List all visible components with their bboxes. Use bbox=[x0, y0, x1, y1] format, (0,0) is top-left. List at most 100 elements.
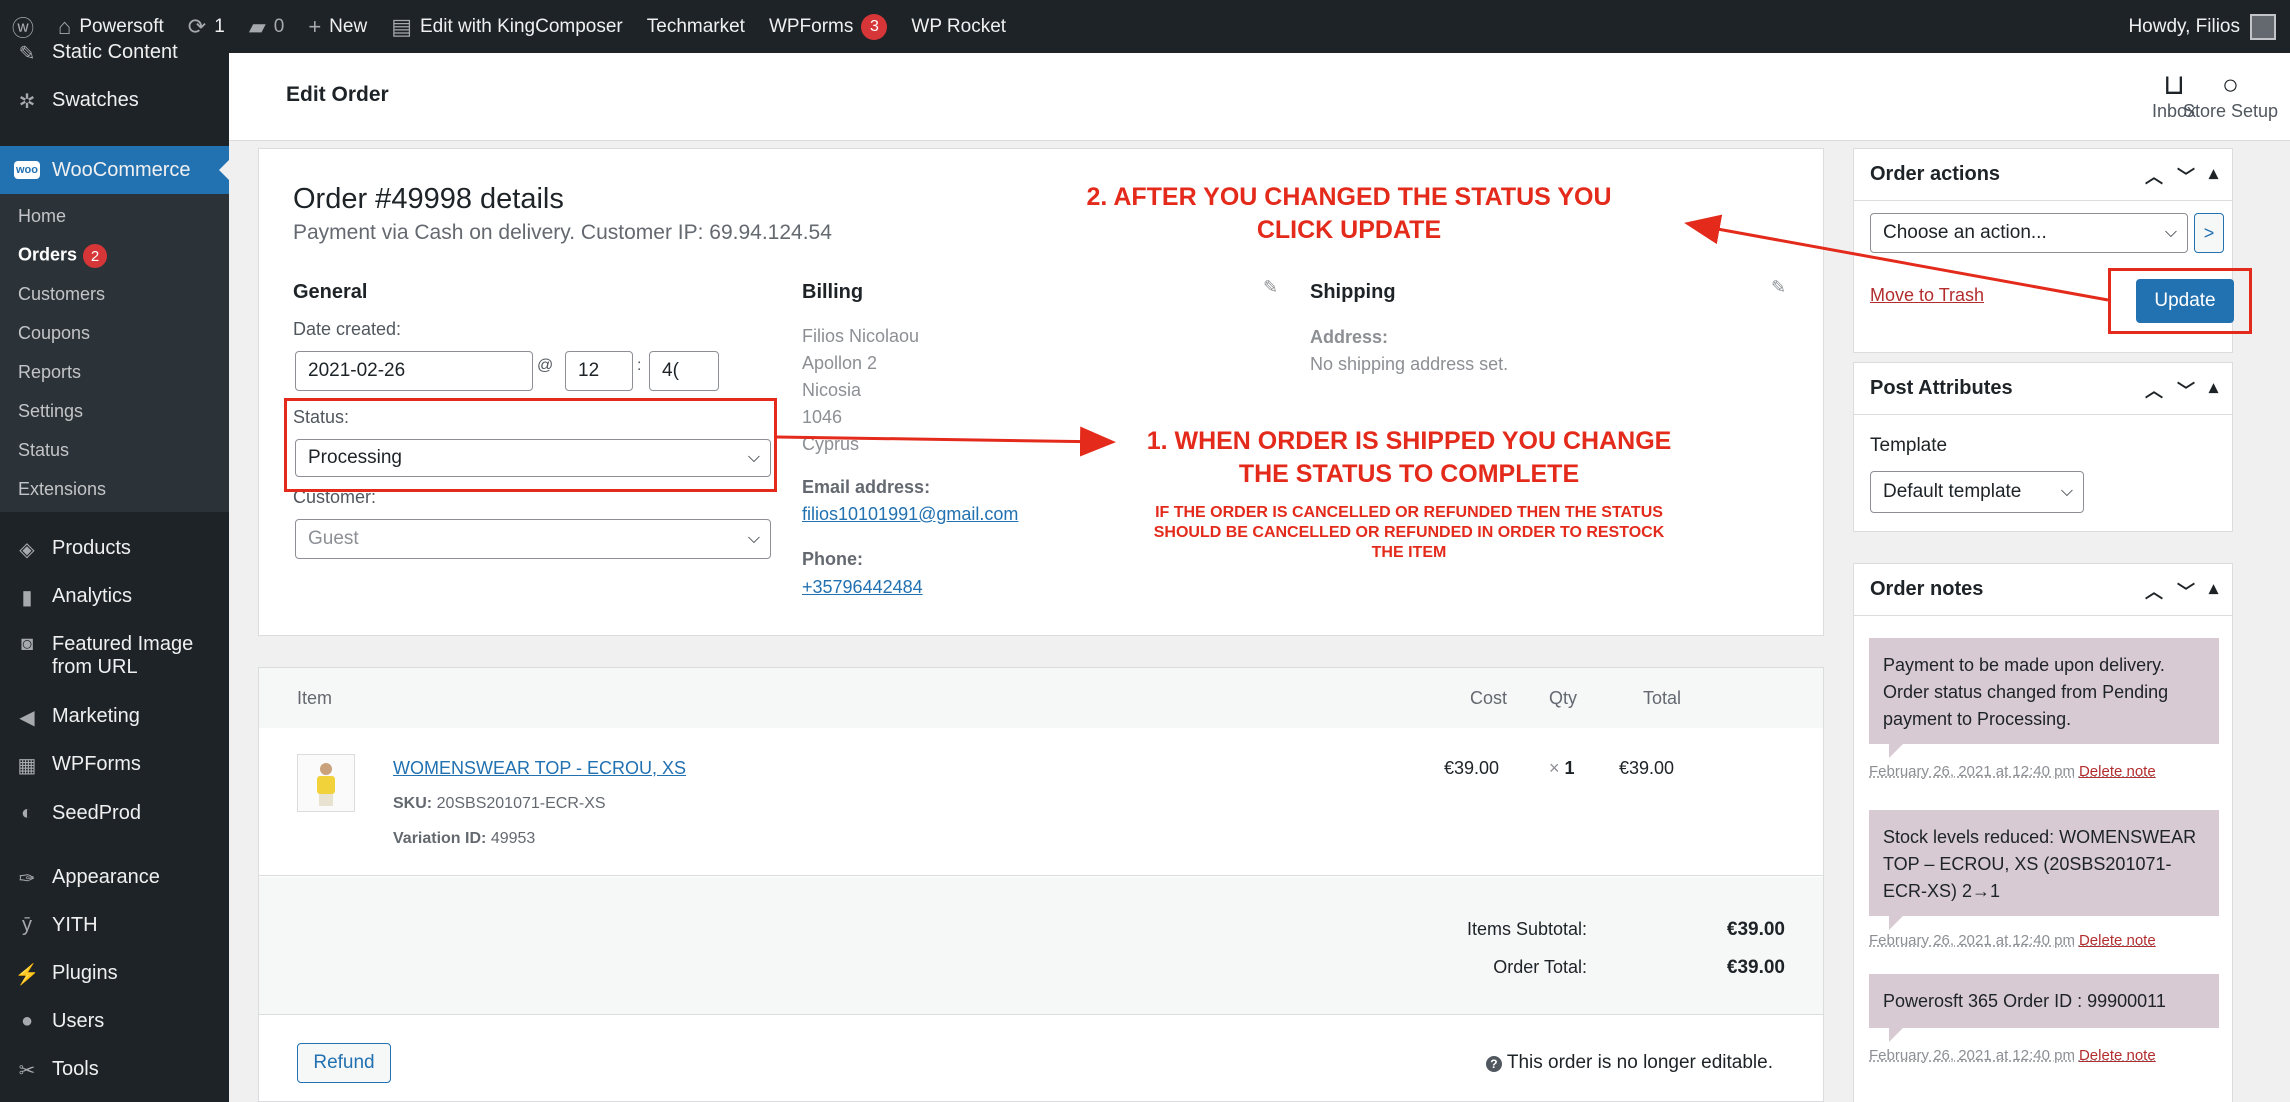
shipping-title: Shipping bbox=[1310, 281, 1396, 303]
email-link[interactable]: filios10101991@gmail.com bbox=[802, 504, 1018, 525]
page-header: Edit Order ⊔ Inbox ○ Store Setup bbox=[229, 53, 2290, 141]
new-content-link[interactable]: + New bbox=[296, 0, 379, 53]
phone-label: Phone: bbox=[802, 549, 863, 569]
items-subtotal-label: Items Subtotal: bbox=[1466, 919, 1587, 939]
woocommerce-submenu: Home Orders 2 Customers Coupons Reports S… bbox=[0, 194, 229, 512]
wprocket-link[interactable]: WP Rocket bbox=[899, 0, 1018, 53]
chevron-down-icon[interactable]: ﹀ bbox=[2177, 578, 2195, 604]
sidebar-item-swatches[interactable]: ✲ Swatches bbox=[0, 89, 229, 114]
techmarket-link[interactable]: Techmarket bbox=[635, 0, 757, 53]
gear-icon: ✲ bbox=[18, 91, 36, 113]
product-thumbnail bbox=[297, 754, 355, 812]
date-created-input[interactable]: 2021-02-26 bbox=[295, 351, 533, 391]
phone-link[interactable]: +35796442484 bbox=[802, 577, 923, 598]
order-note: Powerosft 365 Order ID : 99900011 bbox=[1869, 974, 2219, 1042]
sidebar-item-wpforms[interactable]: ▦ WPForms bbox=[0, 753, 229, 778]
order-notes-header: Order notes ︿ ﹀ ▴ bbox=[1854, 564, 2232, 616]
sidebar-item-analytics[interactable]: ▮ Analytics bbox=[0, 585, 229, 610]
chevron-down-icon[interactable]: ﹀ bbox=[2177, 163, 2195, 189]
sidebar-item-tools[interactable]: ✂ Tools bbox=[0, 1058, 229, 1083]
edit-shipping-pencil-icon[interactable]: ✎ bbox=[1771, 277, 1786, 298]
chevron-up-icon[interactable]: ︿ bbox=[2145, 578, 2163, 604]
order-action-select[interactable]: Choose an action... ⌵ bbox=[1870, 213, 2188, 253]
submenu-coupons[interactable]: Coupons bbox=[18, 323, 90, 344]
plus-icon: + bbox=[308, 13, 322, 39]
billing-address: Filios Nicolaou Apollon 2 Nicosia 1046 C… bbox=[802, 326, 920, 454]
sidebar-item-seedprod[interactable]: ◐ SeedProd bbox=[0, 802, 229, 825]
col-qty: Qty bbox=[1549, 688, 1578, 708]
collapse-triangle-icon[interactable]: ▴ bbox=[2209, 578, 2218, 604]
chevron-up-icon[interactable]: ︿ bbox=[2145, 377, 2163, 403]
delete-note-link[interactable]: Delete note bbox=[2079, 932, 2156, 949]
minute-input[interactable]: 4( bbox=[649, 351, 719, 391]
archive-icon: ◈ bbox=[19, 539, 35, 561]
submenu-home[interactable]: Home bbox=[18, 206, 66, 227]
post-attributes-header: Post Attributes ︿ ﹀ ▴ bbox=[1854, 363, 2232, 415]
at-symbol: @ bbox=[537, 357, 554, 374]
my-account-link[interactable]: Howdy, Filios bbox=[2128, 0, 2276, 53]
submenu-extensions[interactable]: Extensions bbox=[18, 479, 106, 500]
submenu-settings[interactable]: Settings bbox=[18, 401, 83, 422]
totals-section: Items Subtotal: €39.00 Order Total: €39.… bbox=[259, 877, 1823, 1015]
circle-progress-icon: ○ bbox=[2222, 69, 2239, 100]
hour-input[interactable]: 12 bbox=[565, 351, 633, 391]
comments-link[interactable]: ▰ 0 bbox=[237, 0, 297, 53]
admin-sidebar: ✎ Static Content ✲ Swatches woo WooCommerce… bbox=[0, 41, 229, 1102]
table-row: WOMENSWEAR TOP - ECROU, XS SKU: 20SBS201… bbox=[259, 728, 1823, 876]
document-icon: ▤ bbox=[391, 13, 412, 39]
items-subtotal-value: €39.00 bbox=[1726, 919, 1785, 940]
template-select[interactable]: Default template ⌵ bbox=[1870, 471, 2084, 513]
brush-icon: ✑ bbox=[18, 868, 36, 890]
chevron-up-icon[interactable]: ︿ bbox=[2145, 163, 2163, 189]
product-image-icon bbox=[317, 763, 335, 806]
camera-icon: ◙ bbox=[20, 633, 34, 655]
chevron-down-icon: ⌵ bbox=[2060, 483, 2073, 500]
submenu-orders[interactable]: Orders 2 bbox=[18, 244, 108, 268]
apply-action-button[interactable]: > bbox=[2194, 213, 2224, 253]
annotation-refund-note: IF THE ORDER IS CANCELLED OR REFUNDED TH… bbox=[1153, 504, 1665, 561]
annotation-step-1: 1. WHEN ORDER IS SHIPPED YOU CHANGE THE … bbox=[1146, 427, 1672, 488]
sidebar-item-featured-image[interactable]: ◙ Featured Image from URL bbox=[0, 633, 229, 679]
shipping-address-label: Address: bbox=[1310, 327, 1389, 347]
sidebar-item-plugins[interactable]: ⚡ Plugins bbox=[0, 962, 229, 987]
update-highlight-box bbox=[2108, 268, 2252, 334]
email-label: Email address: bbox=[802, 477, 931, 497]
product-name-link[interactable]: WOMENSWEAR TOP - ECROU, XS bbox=[393, 758, 686, 779]
customer-select[interactable]: Guest ⌵ bbox=[295, 519, 771, 559]
order-notes-box: Order notes ︿ ﹀ ▴ Payment to be made upon … bbox=[1853, 563, 2233, 1102]
submenu-customers[interactable]: Customers bbox=[18, 284, 105, 305]
collapse-triangle-icon[interactable]: ▴ bbox=[2209, 377, 2218, 403]
general-title: General bbox=[293, 281, 368, 303]
delete-note-link[interactable]: Delete note bbox=[2079, 1047, 2156, 1064]
edit-billing-pencil-icon[interactable]: ✎ bbox=[1263, 277, 1278, 298]
help-icon: ? bbox=[1485, 1056, 1502, 1072]
chevron-down-icon[interactable]: ﹀ bbox=[2177, 377, 2195, 403]
note-meta: February 26, 2021 at 12:40 pm Delete note bbox=[1869, 1047, 2156, 1064]
admin-bar: ⓦ ⌂ Powersoft ⟳ 1 ▰ 0 + New ▤ Edit with KingC… bbox=[0, 0, 2290, 53]
sidebar-item-marketing[interactable]: ◀ Marketing bbox=[0, 705, 229, 730]
product-variation: Variation ID: 49953 bbox=[393, 830, 536, 847]
delete-note-link[interactable]: Delete note bbox=[2079, 763, 2156, 780]
wordpress-icon: ⓦ bbox=[12, 15, 35, 41]
refresh-icon: ⟳ bbox=[187, 13, 207, 39]
sidebar-item-users[interactable]: ● Users bbox=[0, 1010, 229, 1033]
submenu-status[interactable]: Status bbox=[18, 440, 69, 461]
pin-icon: ✎ bbox=[18, 43, 36, 65]
sidebar-item-appearance[interactable]: ✑ Appearance bbox=[0, 866, 229, 891]
move-to-trash-link[interactable]: Move to Trash bbox=[1870, 285, 1984, 306]
sidebar-item-yith[interactable]: ӯ YITH bbox=[0, 914, 229, 937]
sidebar-item-static-content[interactable]: ✎ Static Content bbox=[0, 41, 229, 71]
user-icon: ● bbox=[20, 1010, 34, 1032]
wpforms-link[interactable]: WPForms 3 bbox=[757, 0, 899, 53]
sidebar-item-products[interactable]: ◈ Products bbox=[0, 537, 229, 562]
collapse-triangle-icon[interactable]: ▴ bbox=[2209, 163, 2218, 189]
refund-button[interactable]: Refund bbox=[297, 1043, 391, 1083]
megaphone-icon: ◀ bbox=[19, 707, 35, 729]
sidebar-item-woocommerce[interactable]: woo WooCommerce bbox=[0, 146, 229, 194]
plug-icon: ⚡ bbox=[14, 964, 40, 986]
submenu-reports[interactable]: Reports bbox=[18, 362, 81, 383]
bar-chart-icon: ▮ bbox=[21, 587, 33, 609]
product-sku: SKU: 20SBS201071-ECR-XS bbox=[393, 795, 606, 812]
store-setup-button[interactable]: ○ Store Setup bbox=[2183, 69, 2278, 122]
kingcomposer-link[interactable]: ▤ Edit with KingComposer bbox=[379, 0, 635, 53]
